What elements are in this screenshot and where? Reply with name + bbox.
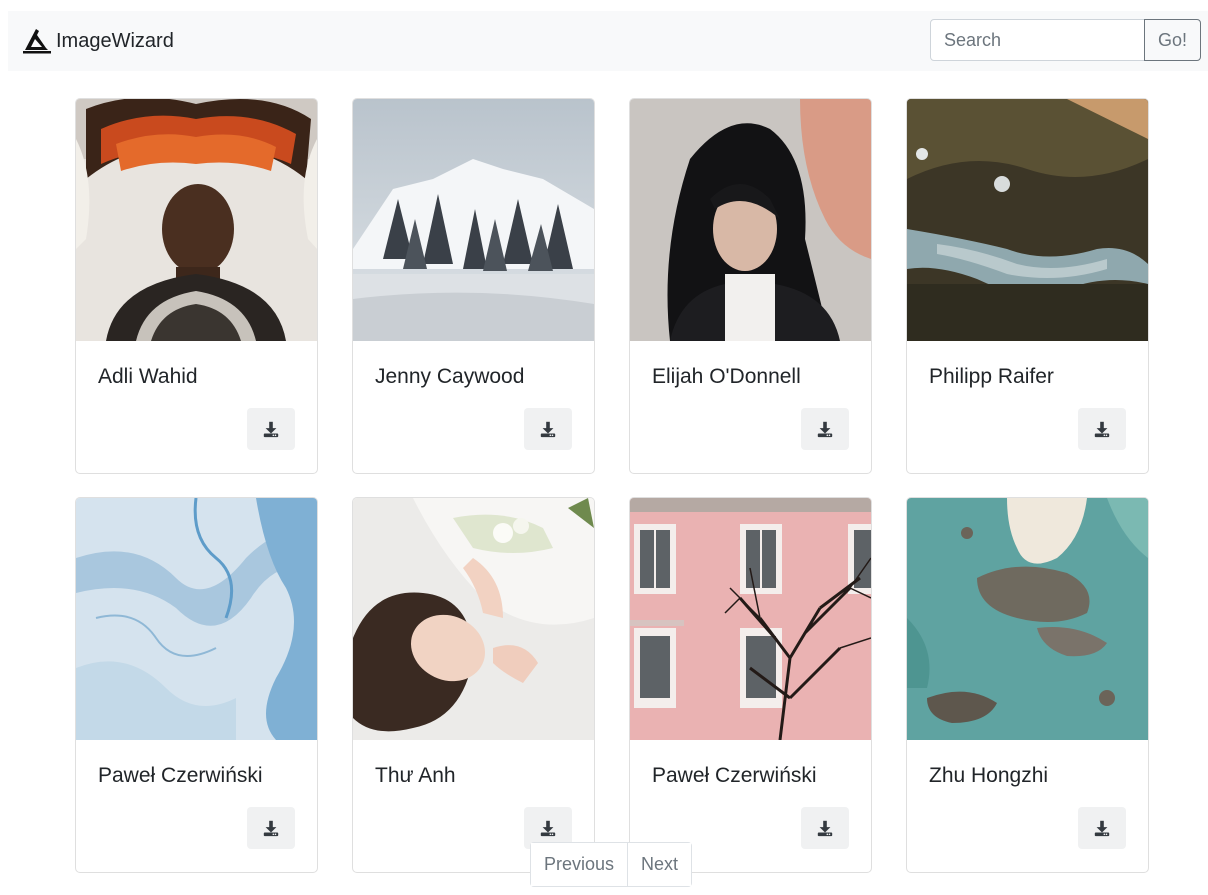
search-input[interactable] xyxy=(930,19,1145,61)
image-card: Paweł Czerwiński xyxy=(75,497,318,873)
image-card: Paweł Czerwiński xyxy=(629,497,872,873)
image-card: Jenny Caywood xyxy=(352,98,595,474)
photo-man-feather-headdress[interactable] xyxy=(76,99,317,341)
image-card: Thư Anh xyxy=(352,497,595,873)
image-card: Philipp Raifer xyxy=(906,98,1149,474)
pagination: Previous Next xyxy=(530,842,693,887)
brand-name: ImageWizard xyxy=(56,29,174,52)
image-card: Zhu Hongzhi xyxy=(906,497,1149,873)
photo-pink-building-tree[interactable] xyxy=(630,498,871,740)
next-page-button[interactable]: Next xyxy=(627,843,692,886)
photo-blue-ice-texture[interactable] xyxy=(76,498,317,740)
download-icon xyxy=(1093,819,1111,837)
photo-snowy-mountain-forest[interactable] xyxy=(353,99,594,341)
photo-aerial-forest-lake[interactable] xyxy=(907,99,1148,341)
photo-woman-dark-hair-portrait[interactable] xyxy=(630,99,871,341)
author-name: Zhu Hongzhi xyxy=(929,764,1049,787)
download-icon xyxy=(816,819,834,837)
photo-aerial-turquoise-sea-rocks[interactable] xyxy=(907,498,1148,740)
download-icon xyxy=(539,420,557,438)
download-icon xyxy=(816,420,834,438)
previous-page-button[interactable]: Previous xyxy=(531,843,628,886)
download-button[interactable] xyxy=(1078,807,1126,849)
author-name: Elijah O'Donnell xyxy=(652,365,801,388)
download-button[interactable] xyxy=(801,807,849,849)
author-name: Philipp Raifer xyxy=(929,365,1054,388)
download-icon xyxy=(1093,420,1111,438)
go-button[interactable]: Go! xyxy=(1144,19,1201,61)
download-icon xyxy=(262,420,280,438)
download-button[interactable] xyxy=(1078,408,1126,450)
author-name: Thư Anh xyxy=(375,764,456,787)
author-name: Adli Wahid xyxy=(98,365,198,388)
download-button[interactable] xyxy=(524,408,572,450)
navbar: ImageWizard Go! xyxy=(8,11,1208,71)
download-button[interactable] xyxy=(247,408,295,450)
photo-woman-lying-with-flowers[interactable] xyxy=(353,498,594,740)
brand[interactable]: ImageWizard xyxy=(22,26,174,56)
image-card: Elijah O'Donnell xyxy=(629,98,872,474)
download-button[interactable] xyxy=(801,408,849,450)
download-icon xyxy=(262,819,280,837)
author-name: Paweł Czerwiński xyxy=(652,764,817,787)
download-button[interactable] xyxy=(247,807,295,849)
download-icon xyxy=(539,819,557,837)
image-card: Adli Wahid xyxy=(75,98,318,474)
author-name: Jenny Caywood xyxy=(375,365,525,388)
author-name: Paweł Czerwiński xyxy=(98,764,263,787)
wizard-hat-icon xyxy=(22,26,52,56)
